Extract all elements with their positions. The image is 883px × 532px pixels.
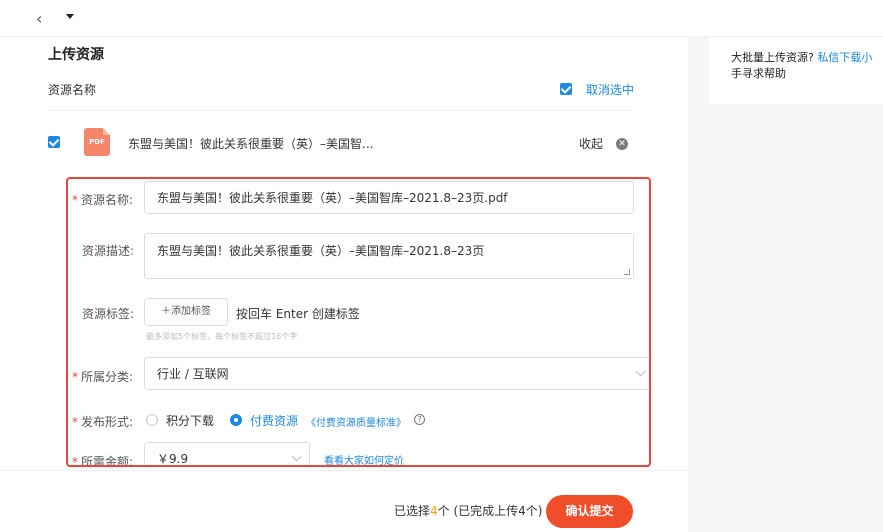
price-label-text: 所需金额: bbox=[81, 455, 134, 467]
radio-points-download[interactable] bbox=[146, 414, 158, 426]
category-label: * 所属分类: bbox=[72, 370, 134, 384]
category-select[interactable]: 行业 / 互联网 bbox=[144, 357, 649, 390]
radio-paid-resource[interactable] bbox=[230, 414, 242, 426]
option-paid-resource[interactable]: 付费资源 bbox=[250, 412, 298, 429]
collapse-button[interactable]: 收起 bbox=[579, 135, 603, 152]
chevron-down-icon bbox=[635, 366, 646, 377]
category-label-text: 所属分类: bbox=[81, 370, 134, 384]
resource-name-label-text: 资源名称: bbox=[81, 193, 134, 207]
file-checkbox[interactable] bbox=[48, 136, 60, 148]
help-text: 大批量上传资源? bbox=[731, 51, 818, 64]
publish-type-label-text: 发布形式: bbox=[81, 415, 134, 429]
summary-prefix: 已选择 bbox=[394, 504, 431, 518]
help-question-icon[interactable]: ? bbox=[414, 414, 425, 425]
resource-name-input[interactable]: 东盟与美国！彼此关系很重要（英）–美国智库–2021.8–23页.pdf bbox=[144, 181, 634, 214]
list-header-label: 资源名称 bbox=[48, 83, 97, 97]
resource-desc-value: 东盟与美国！彼此关系很重要（英）–美国智库–2021.8–23页 bbox=[157, 244, 485, 258]
remove-file-icon[interactable]: ✕ bbox=[616, 138, 628, 150]
resource-name-label: * 资源名称: bbox=[72, 193, 134, 207]
tag-enter-hint: 按回车 Enter 创建标签 bbox=[236, 307, 360, 321]
resize-handle-icon[interactable] bbox=[624, 269, 630, 275]
back-icon[interactable]: ‹ bbox=[36, 9, 42, 28]
bulk-upload-help-panel: 大批量上传资源? 私信下载小手寻求帮助 bbox=[709, 37, 883, 104]
price-value: ￥9.9 bbox=[157, 452, 189, 466]
paid-standard-link[interactable]: 《付费资源质量标准》 bbox=[306, 414, 406, 429]
resource-desc-textarea[interactable]: 东盟与美国！彼此关系很重要（英）–美国智库–2021.8–23页 bbox=[144, 233, 634, 279]
option-points-download[interactable]: 积分下载 bbox=[166, 412, 214, 429]
tag-limit-note: 最多添加5个标签，每个标签不超过16个字 bbox=[146, 332, 298, 341]
summary-count: 4 bbox=[430, 504, 438, 518]
resource-tags-label: 资源标签: bbox=[82, 307, 135, 321]
file-name: 东盟与美国！彼此关系很重要（英）–美国智... bbox=[128, 137, 374, 151]
dropdown-caret-icon[interactable] bbox=[66, 14, 74, 19]
divider bbox=[48, 110, 632, 111]
price-select[interactable]: ￥9.9 bbox=[144, 442, 310, 466]
summary-suffix: 个 (已完成上传4个) bbox=[437, 504, 543, 518]
top-bar: ‹ bbox=[0, 0, 883, 36]
selection-summary: 已选择4个 (已完成上传4个) bbox=[394, 502, 542, 519]
add-tag-button[interactable]: ＋添加标签 bbox=[144, 298, 228, 326]
chevron-down-icon bbox=[291, 451, 302, 462]
help-text-2: 手寻求帮助 bbox=[731, 67, 786, 80]
upload-panel: 上传资源 资源名称 取消选中 PDF 东盟与美国！彼此关系很重要（英）–美国智.… bbox=[0, 37, 688, 532]
page-title: 上传资源 bbox=[48, 47, 104, 63]
resource-desc-label: 资源描述: bbox=[82, 244, 135, 258]
footer-bar: 已选择4个 (已完成上传4个) 确认提交 bbox=[0, 470, 688, 532]
pricing-guide-link[interactable]: 看看大家如何定价 bbox=[324, 452, 404, 465]
confirm-submit-button[interactable]: 确认提交 bbox=[546, 495, 633, 528]
resource-form: * 资源名称: 东盟与美国！彼此关系很重要（英）–美国智库–2021.8–23页.… bbox=[66, 177, 651, 467]
category-value: 行业 / 互联网 bbox=[157, 367, 229, 381]
cancel-selection-link[interactable]: 取消选中 bbox=[586, 81, 634, 98]
publish-type-label: * 发布形式: bbox=[72, 415, 134, 429]
help-link[interactable]: 私信下载小 bbox=[817, 51, 872, 64]
price-label: * 所需金额: bbox=[72, 455, 134, 467]
bulk-upload-help-text: 大批量上传资源? 私信下载小手寻求帮助 bbox=[731, 50, 883, 82]
select-all-checkbox[interactable] bbox=[560, 83, 572, 95]
resource-name-value: 东盟与美国！彼此关系很重要（英）–美国智库–2021.8–23页.pdf bbox=[157, 191, 508, 205]
pdf-file-icon: PDF bbox=[84, 128, 110, 156]
